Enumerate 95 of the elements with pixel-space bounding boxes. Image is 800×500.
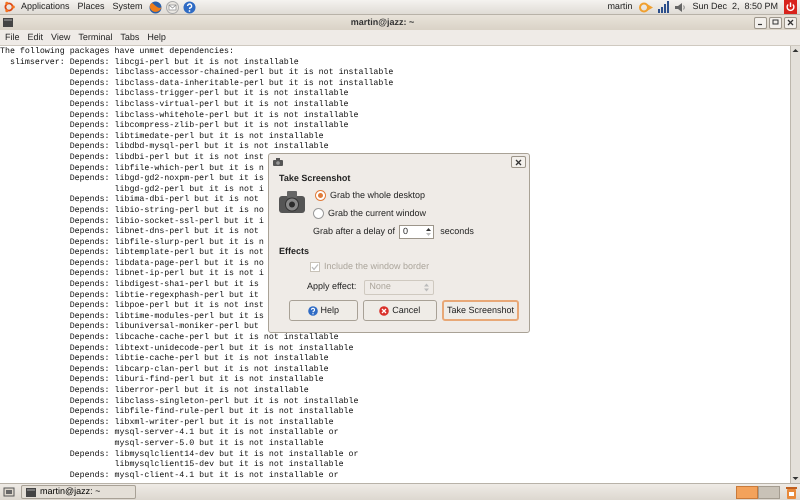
terminal-line: Depends: libdigest-sha1-perl but it is	[68, 280, 259, 291]
terminal-line: Depends: libfile-which-perl but it is n	[68, 164, 264, 174]
minimize-button[interactable]	[754, 16, 767, 28]
mail-icon[interactable]	[166, 0, 179, 14]
clock[interactable]: Sun Dec 2, 8:50 PM	[690, 0, 780, 14]
terminal-line: Depends: libfile-find-rule-perl but it is not installable	[68, 407, 354, 418]
panel-menu[interactable]: System	[110, 0, 145, 14]
speaker-icon[interactable]	[674, 2, 686, 12]
terminal-line: Depends: libdata-page-perl but it is no	[68, 258, 264, 269]
terminal-line: Depends: libclass-accessor-chained-perl but it is not installable	[68, 68, 394, 79]
delay-label: Grab after a delay of	[313, 224, 396, 238]
help-button[interactable]: Help	[289, 300, 358, 321]
terminal-line: Depends: libclass-virtual-perl but it is not installable	[68, 100, 349, 111]
terminal-line: Depends: libcarp-clan-perl but it is not installable	[68, 364, 329, 375]
maximize-icon	[771, 18, 780, 27]
effects-heading: Effects	[279, 244, 310, 258]
terminal-icon	[26, 488, 36, 496]
scroll-up-icon[interactable]	[791, 46, 800, 55]
signal-icon[interactable]	[658, 1, 670, 13]
terminal-line: Depends: libclass-data-inheritable-perl but it is not installable	[68, 78, 394, 89]
taskbar-button[interactable]: martin@jazz: ~	[21, 485, 136, 499]
user-name: martin	[606, 0, 634, 14]
menu-item[interactable]: View	[48, 30, 74, 44]
panel-menu[interactable]: Applications	[19, 0, 72, 14]
terminal-line: Depends: libclass-trigger-perl but it is not installable	[68, 89, 349, 100]
dropdown-arrows-icon	[423, 282, 430, 292]
radio-label: Grab the current window	[328, 206, 426, 220]
terminal-line: Depends: libtime-modules-perl but it is	[68, 312, 264, 322]
cancel-button[interactable]: Cancel	[362, 300, 437, 321]
close-button[interactable]	[784, 16, 797, 28]
help-icon	[308, 306, 318, 316]
terminal-line: Depends: libtemplate-perl but it is not	[68, 248, 264, 259]
ubuntu-logo-icon[interactable]	[3, 1, 15, 13]
terminal-line: mysql-server-5.0 but it is not installable	[114, 438, 324, 450]
terminal-line: The following packages have unmet dependencies:	[0, 47, 234, 58]
close-button[interactable]	[511, 156, 526, 168]
trash-icon[interactable]	[786, 486, 797, 498]
terminal-line: libmysqlclient15-dev but it is not installable	[114, 460, 344, 471]
terminal-line: Depends: libfile-slurp-perl but it is n	[68, 238, 264, 248]
seconds-label: seconds	[440, 224, 474, 238]
terminal-line: Depends: libdbi-perl but it is not inst	[68, 152, 264, 164]
terminal-line: Depends: libxml-writer-perl but it is not installable	[68, 418, 334, 428]
terminal-line: Depends: mysql-client-4.1 but it is not installable or	[68, 470, 339, 482]
apply-effect-label: Apply effect:	[307, 280, 356, 294]
terminal-line: Depends: libtie-regexphash-perl but it	[68, 290, 259, 301]
scrollbar[interactable]	[790, 46, 800, 483]
window-title: martin@jazz: ~	[350, 16, 416, 29]
workspace-active[interactable]	[736, 486, 758, 498]
terminal-line: Depends: libdbd-mysql-perl but it is not installable	[68, 142, 329, 153]
terminal-line: Depends: libuniversal-moniker-perl but	[68, 322, 259, 333]
radio-button[interactable]	[313, 208, 324, 219]
menu-item[interactable]: Edit	[24, 30, 46, 44]
terminal-line: Depends: libcache-cache-perl but it is not installable	[68, 333, 339, 344]
power-icon[interactable]	[784, 0, 797, 14]
menu-item[interactable]: File	[2, 30, 23, 44]
terminal-line: Depends: libtimedate-perl but it is not installable	[68, 132, 324, 142]
menu-item[interactable]: Tabs	[117, 30, 142, 44]
terminal-line: Depends: libgd-gd2-noxpm-perl but it is	[68, 174, 264, 185]
terminal-line: Depends: liberror-perl but it is not installable	[68, 386, 309, 397]
terminal-line: Depends: libcompress-zlib-perl but it is not installable	[68, 121, 349, 132]
spin-arrows-icon[interactable]	[425, 226, 432, 238]
terminal-icon	[3, 18, 13, 27]
dialog-heading: Take Screenshot	[279, 172, 352, 185]
maximize-button[interactable]	[769, 16, 782, 28]
take-screenshot-button[interactable]: Take Screenshot	[442, 300, 519, 321]
menu-item[interactable]: Help	[144, 30, 169, 44]
terminal-line: Depends: libclass-whitehole-perl but it is not installable	[68, 110, 358, 121]
cancel-icon	[379, 306, 390, 316]
menu-item[interactable]: Terminal	[75, 30, 116, 44]
terminal-line: Depends: libtie-cache-perl but it is not installable	[68, 354, 329, 365]
terminal-line: Depends: libnet-dns-perl but it is not	[68, 227, 259, 238]
terminal-line: Depends: libtext-unidecode-perl but it is not installable	[68, 344, 354, 354]
terminal-line: Depends: libmysqlclient14-dev but it is not installable or	[68, 450, 358, 460]
browser-icon[interactable]	[148, 0, 162, 14]
terminal-line: slimserver: Depends: libcgi-perl but it is not installable	[8, 58, 299, 68]
terminal-line: Depends: libpoe-perl but it is not inst	[68, 301, 264, 312]
delay-spin-field[interactable]: 0	[399, 224, 434, 238]
terminal-line: Depends: mysql-server-4.1 but it is not installable or	[68, 428, 339, 439]
close-icon	[514, 158, 523, 166]
close-icon	[786, 18, 795, 27]
help-icon[interactable]	[182, 0, 196, 14]
terminal-line: Depends: libima-dbi-perl but it is not	[68, 195, 259, 206]
radio-button[interactable]	[315, 190, 326, 201]
show-desktop-icon[interactable]	[3, 486, 15, 498]
terminal-line: Depends: libclass-singleton-perl but it is not installable	[68, 396, 358, 407]
radio-label: Grab the whole desktop	[330, 188, 426, 202]
terminal-line: Depends: libio-string-perl but it is no	[68, 206, 264, 216]
terminal-line: Depends: libnet-ip-perl but it is not i	[68, 269, 264, 280]
checkbox-label: Include the window border	[324, 260, 430, 274]
camera-icon	[279, 190, 305, 214]
terminal-line: Depends: libio-socket-ssl-perl but it i	[68, 216, 264, 227]
panel-menu[interactable]: Places	[76, 0, 107, 14]
terminal-line: libgd-gd2-perl but it is not i	[114, 184, 264, 195]
terminal-line: Depends: liburi-find-perl but it is not installable	[68, 375, 324, 386]
camera-icon	[273, 158, 283, 166]
